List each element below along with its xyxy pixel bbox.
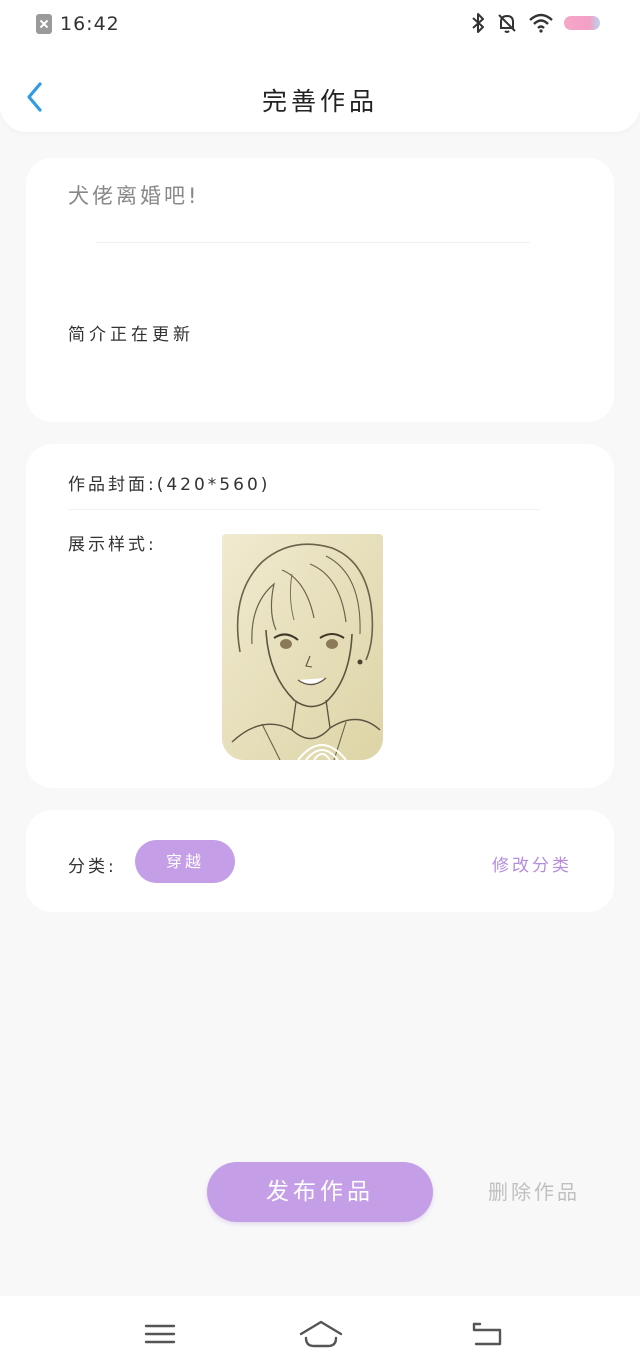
- work-title-field[interactable]: 犬佬离婚吧!: [68, 180, 199, 210]
- anime-boy-sketch-illustration: [222, 534, 383, 760]
- system-nav-bar: [0, 1296, 640, 1372]
- cover-divider: [68, 509, 540, 510]
- edit-category-link[interactable]: 修改分类: [492, 851, 572, 876]
- status-right: [470, 12, 600, 34]
- cover-card: 作品封面:(420*560) 展示样式:: [26, 444, 614, 788]
- home-icon[interactable]: [298, 1316, 344, 1352]
- status-left: 16:42: [36, 13, 120, 35]
- cover-label: 作品封面:(420*560): [68, 475, 271, 495]
- menu-icon[interactable]: [140, 1316, 180, 1352]
- mute-bell-icon: [498, 14, 516, 33]
- status-time: 16:42: [60, 13, 120, 35]
- back-icon[interactable]: [468, 1316, 508, 1352]
- category-label: 分类:: [68, 857, 117, 877]
- category-card: 分类: 穿越 修改分类: [26, 810, 614, 912]
- display-style-label: 展示样式:: [68, 535, 157, 555]
- cover-image[interactable]: [222, 534, 383, 760]
- category-tag: 穿越: [135, 840, 235, 883]
- status-bar: 16:42: [0, 0, 640, 50]
- delete-work-link[interactable]: 删除作品: [488, 1176, 580, 1205]
- title-divider: [96, 242, 530, 243]
- notification-close-icon: [36, 14, 52, 34]
- bluetooth-icon: [472, 13, 484, 33]
- wifi-icon: [529, 13, 553, 33]
- work-intro-field[interactable]: 简介正在更新: [68, 320, 194, 345]
- work-info-card: 犬佬离婚吧! 简介正在更新: [26, 158, 614, 422]
- header: 完善作品: [0, 50, 640, 132]
- publish-button[interactable]: 发布作品: [207, 1162, 433, 1222]
- battery-icon: [564, 16, 600, 30]
- page-title: 完善作品: [261, 87, 378, 116]
